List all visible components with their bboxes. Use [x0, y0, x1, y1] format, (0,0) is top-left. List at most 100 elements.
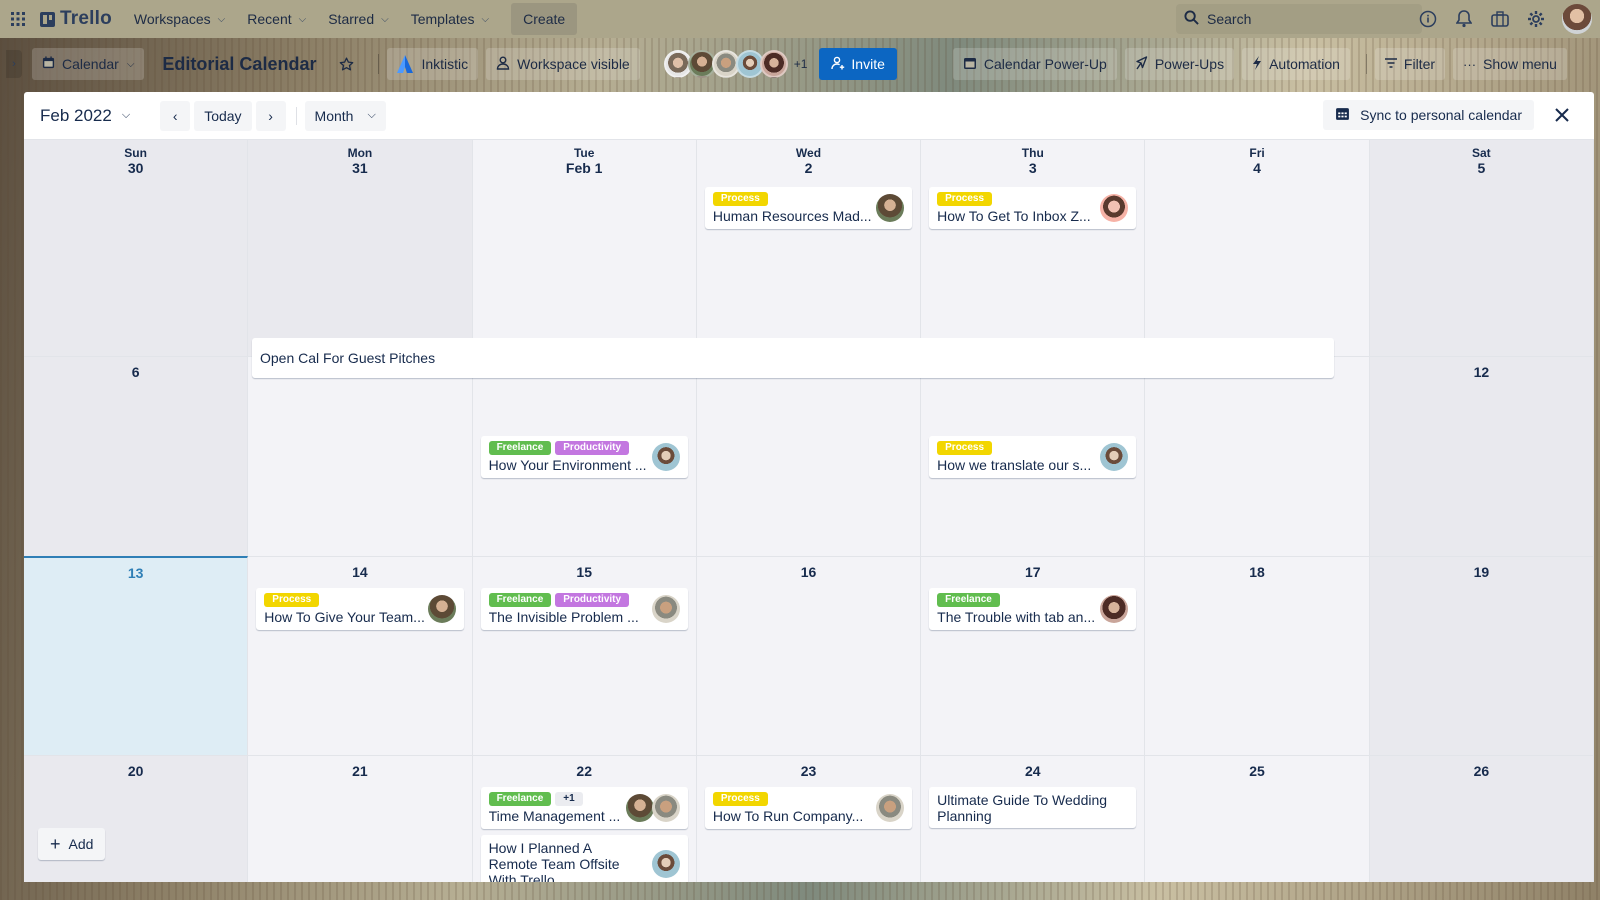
card-label-freelance[interactable]: Freelance — [488, 593, 552, 607]
day-cell[interactable]: 17 Freelance The Trouble with tab an... — [921, 556, 1146, 755]
create-button[interactable]: Create — [511, 3, 578, 35]
period-selector[interactable]: Feb 2022 ⌵ — [40, 106, 130, 126]
user-avatar[interactable] — [1562, 4, 1592, 34]
filter-button[interactable]: Filter — [1374, 48, 1446, 80]
day-cell[interactable]: Sat 5 — [1369, 139, 1594, 356]
day-cell[interactable]: 22 Freelance +1 Time Management ... How … — [472, 755, 697, 882]
briefcase-icon[interactable] — [1490, 9, 1510, 29]
add-label: Add — [68, 836, 94, 852]
calendar-card[interactable]: Process How we translate our s... — [929, 436, 1137, 478]
card-label-process[interactable]: Process — [264, 593, 320, 607]
bell-icon[interactable] — [1454, 9, 1474, 29]
app-switcher-icon[interactable] — [8, 9, 28, 29]
day-cell-today[interactable]: 13 — [24, 556, 249, 755]
templates-menu[interactable]: Templates ⌵ — [403, 5, 497, 33]
day-cell[interactable]: 26 — [1369, 755, 1594, 882]
card-label-freelance[interactable]: Freelance — [937, 593, 1000, 607]
member-avatar[interactable] — [759, 50, 788, 78]
calendar-card[interactable]: Ultimate Guide To Wedding Planning — [929, 787, 1137, 828]
day-cell[interactable]: 21 — [248, 755, 473, 882]
card-label-process[interactable]: Process — [712, 192, 768, 206]
day-cell[interactable]: 20 — [24, 755, 249, 882]
visibility-button[interactable]: Workspace visible — [486, 48, 640, 80]
calendar-card[interactable]: Freelance +1 Time Management ... — [480, 787, 688, 829]
star-board-button[interactable] — [330, 48, 362, 80]
automation-button[interactable]: Automation — [1242, 48, 1350, 80]
workspaces-menu[interactable]: Workspaces ⌵ — [126, 5, 233, 33]
board-view-switcher[interactable]: Calendar ⌵ — [32, 48, 145, 80]
members-overflow-count[interactable]: +1 — [794, 57, 808, 71]
add-card-button[interactable]: + Add — [38, 828, 106, 860]
day-number: 24 — [1024, 763, 1041, 779]
card-label-productivity[interactable]: Productivity — [555, 441, 630, 455]
search-input[interactable]: Search — [1176, 4, 1422, 34]
event-title: Open Cal For Guest Pitches — [260, 350, 436, 366]
day-cell[interactable]: 18 — [1145, 556, 1370, 755]
day-cell[interactable]: 14 Process How To Give Your Team... — [248, 556, 473, 755]
calendar-card[interactable]: How I Planned A Remote Team Offsite With… — [480, 835, 688, 882]
board-title[interactable]: Editorial Calendar — [152, 54, 326, 75]
calendar-card[interactable]: Freelance Productivity The Invisible Pro… — [480, 588, 688, 630]
today-button[interactable]: Today — [194, 100, 252, 131]
weekday-label: Mon — [347, 146, 373, 160]
next-month-button[interactable]: › — [255, 100, 286, 131]
recent-label: Recent — [247, 11, 292, 27]
powerups-button[interactable]: Power-Ups — [1124, 48, 1235, 80]
card-label-overflow[interactable]: +1 — [555, 792, 583, 806]
day-cell[interactable]: 19 — [1369, 556, 1594, 755]
view-mode-select[interactable]: Month ⌵ — [304, 100, 386, 131]
card-label-process[interactable]: Process — [712, 792, 768, 806]
starred-label: Starred — [328, 11, 375, 27]
day-cell[interactable]: 23 Process How To Run Company... — [696, 755, 922, 882]
gear-icon[interactable] — [1526, 9, 1546, 29]
day-cell[interactable]: Fri 4 — [1145, 139, 1370, 356]
day-cell[interactable]: 11 — [1145, 356, 1370, 556]
sync-calendar-button[interactable]: Sync to personal calendar — [1323, 100, 1534, 130]
multi-day-event[interactable]: Open Cal For Guest Pitches — [252, 338, 1334, 378]
calendar-card[interactable]: Process Human Resources Mad... — [704, 187, 913, 229]
day-cell[interactable]: 25 — [1145, 755, 1370, 882]
day-cell[interactable]: 7 — [248, 356, 473, 556]
workspace-button[interactable]: Inktistic — [387, 48, 479, 80]
starred-menu[interactable]: Starred ⌵ — [320, 5, 397, 33]
calendar-card[interactable]: Freelance The Trouble with tab an... — [929, 588, 1137, 630]
calendar-card[interactable]: Process How To Run Company... — [704, 787, 913, 829]
card-member-avatar — [876, 794, 905, 822]
period-label: Feb 2022 — [40, 105, 112, 125]
card-label-freelance[interactable]: Freelance — [488, 792, 552, 806]
day-cell[interactable]: Sun 30 — [24, 139, 249, 356]
templates-label: Templates — [410, 11, 475, 27]
day-cell[interactable]: Mon 31 — [248, 139, 473, 356]
trello-logo[interactable]: Trello — [40, 8, 112, 30]
calendar-card[interactable]: Process How To Get To Inbox Z... — [929, 187, 1137, 229]
day-cell[interactable]: Tue Feb 1 — [472, 139, 697, 356]
previous-month-button[interactable]: ‹ — [160, 100, 191, 131]
invite-button[interactable]: Invite — [819, 48, 897, 80]
calendar-powerup-button[interactable]: Calendar Power-Up — [952, 48, 1117, 80]
recent-menu[interactable]: Recent ⌵ — [239, 5, 314, 33]
card-label-process[interactable]: Process — [937, 441, 993, 455]
day-cell[interactable]: 15 Freelance Productivity The Invisible … — [472, 556, 697, 755]
day-number: 31 — [352, 160, 368, 176]
day-cell[interactable]: 9 — [696, 356, 922, 556]
card-label-productivity[interactable]: Productivity — [555, 593, 630, 607]
day-cell[interactable]: 10 Process How we translate our s... — [921, 356, 1146, 556]
day-cell[interactable]: 24 Ultimate Guide To Wedding Planning — [921, 755, 1146, 882]
calendar-card[interactable]: Process How To Give Your Team... — [256, 588, 464, 630]
day-cell[interactable]: 6 — [24, 356, 249, 556]
info-icon[interactable] — [1418, 9, 1438, 29]
day-cell[interactable]: 16 — [696, 556, 922, 755]
day-cell[interactable]: 12 — [1369, 356, 1594, 556]
day-number: 13 — [127, 565, 144, 581]
day-cell[interactable]: Wed 2 Process Human Resources Mad... — [696, 139, 922, 356]
card-label-freelance[interactable]: Freelance — [488, 441, 552, 455]
day-cell[interactable]: 8 Freelance Productivity How Your Enviro… — [472, 356, 697, 556]
calendar-powerup-label: Calendar Power-Up — [983, 56, 1107, 72]
show-menu-button[interactable]: ··· Show menu — [1453, 48, 1567, 80]
day-number: 26 — [1473, 763, 1490, 779]
day-cell[interactable]: Thu 3 Process How To Get To Inbox Z... — [921, 139, 1146, 356]
expand-sidebar-button[interactable]: › — [6, 50, 22, 78]
close-calendar-button[interactable] — [1548, 101, 1576, 129]
card-label-process[interactable]: Process — [937, 192, 993, 206]
calendar-card[interactable]: Freelance Productivity How Your Environm… — [480, 436, 688, 478]
